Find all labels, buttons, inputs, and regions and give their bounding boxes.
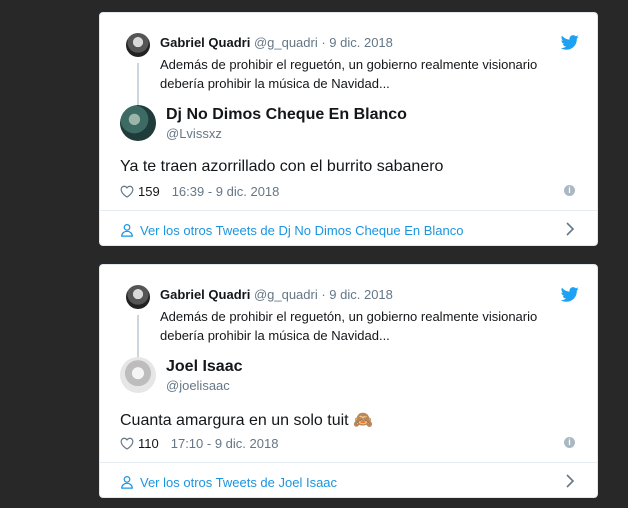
timestamp[interactable]: 16:39 - 9 dic. 2018 <box>172 184 280 199</box>
reply-tweet-text: Ya te traen azorrillado con el burrito s… <box>120 158 444 175</box>
info-icon[interactable]: i <box>564 437 575 448</box>
info-icon[interactable]: i <box>564 185 575 196</box>
parent-tweet-text: Además de prohibir el reguetón, un gobie… <box>160 309 538 343</box>
thread-line <box>137 63 139 109</box>
timestamp[interactable]: 17:10 - 9 dic. 2018 <box>171 436 279 451</box>
view-more-label[interactable]: Ver los otros Tweets de Joel Isaac <box>140 475 337 490</box>
embedded-tweet-card: Gabriel Quadri @g_quadri · 9 dic. 2018 A… <box>99 264 598 498</box>
avatar[interactable] <box>120 357 156 393</box>
reply-tweet-text: Cuanta amargura en un solo tuit 🙈 <box>120 412 373 429</box>
avatar[interactable] <box>120 105 156 141</box>
chevron-right-icon[interactable] <box>565 222 575 236</box>
thread-line <box>137 315 139 361</box>
view-more-tweets-link[interactable]: Ver los otros Tweets de Dj No Dimos Cheq… <box>120 219 463 241</box>
twitter-bird-icon[interactable] <box>561 35 579 50</box>
heart-icon[interactable] <box>120 185 134 198</box>
reply-author-handle[interactable]: @Lvissxz <box>166 126 222 141</box>
divider <box>100 210 597 211</box>
divider <box>100 462 597 463</box>
like-count[interactable]: 110 <box>138 436 159 451</box>
chevron-right-icon[interactable] <box>565 474 575 488</box>
reply-author-name[interactable]: Joel Isaac <box>166 358 243 376</box>
embedded-tweet-card: Gabriel Quadri @g_quadri · 9 dic. 2018 A… <box>99 12 598 246</box>
avatar[interactable] <box>126 285 150 309</box>
parent-header: Gabriel Quadri @g_quadri · 9 dic. 2018 <box>160 287 393 302</box>
avatar[interactable] <box>126 33 150 57</box>
like-count[interactable]: 159 <box>138 184 160 199</box>
parent-author-name[interactable]: Gabriel Quadri <box>160 35 250 50</box>
view-more-label[interactable]: Ver los otros Tweets de Dj No Dimos Cheq… <box>140 223 463 238</box>
reply-author-name[interactable]: Dj No Dimos Cheque En Blanco <box>166 106 407 124</box>
view-more-tweets-link[interactable]: Ver los otros Tweets de Joel Isaac <box>120 471 337 493</box>
twitter-bird-icon[interactable] <box>561 287 579 302</box>
parent-author-name[interactable]: Gabriel Quadri <box>160 287 250 302</box>
user-icon <box>121 223 133 237</box>
tweet-meta-row: 110 17:10 - 9 dic. 2018 <box>120 436 278 451</box>
parent-header: Gabriel Quadri @g_quadri · 9 dic. 2018 <box>160 35 393 50</box>
user-icon <box>121 475 133 489</box>
parent-meta[interactable]: @g_quadri · 9 dic. 2018 <box>254 35 393 50</box>
parent-meta[interactable]: @g_quadri · 9 dic. 2018 <box>254 287 393 302</box>
reply-author-handle[interactable]: @joelisaac <box>166 378 230 393</box>
tweet-meta-row: 159 16:39 - 9 dic. 2018 <box>120 184 279 199</box>
parent-tweet-text: Además de prohibir el reguetón, un gobie… <box>160 57 538 91</box>
heart-icon[interactable] <box>120 437 134 450</box>
